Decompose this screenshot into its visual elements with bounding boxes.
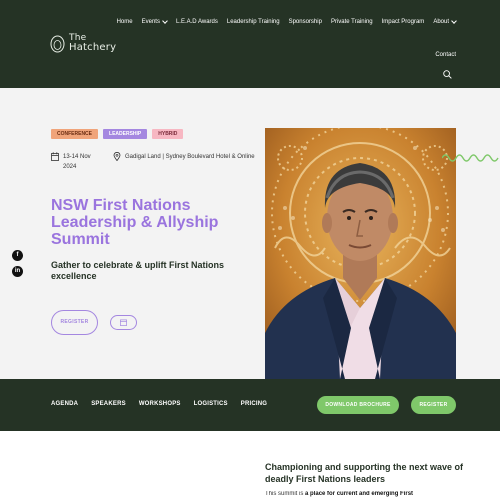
subnav-pricing[interactable]: PRICING <box>241 401 267 407</box>
event-subnav: AGENDA SPEAKERS WORKSHOPS LOGISTICS PRIC… <box>0 379 500 431</box>
download-brochure-button[interactable]: DOWNLOAD BROCHURE <box>317 396 399 414</box>
section-heading: Championing and supporting the next wave… <box>265 462 464 484</box>
event-date: 13-14 Nov 2024 <box>51 152 113 172</box>
event-location: Gadigal Land | Sydney Boulevard Hotel & … <box>113 152 255 172</box>
event-title: NSW First Nations Leadership & Allyship … <box>51 197 219 248</box>
register-button[interactable]: REGISTER <box>51 310 98 335</box>
tag-conference[interactable]: CONFERENCE <box>51 129 99 139</box>
logo[interactable]: The Hatchery <box>50 33 116 53</box>
event-date-text: 13-14 Nov 2024 <box>63 154 91 170</box>
subnav-agenda[interactable]: AGENDA <box>51 401 78 407</box>
nav-about-label: About <box>433 19 449 25</box>
subnav-workshops[interactable]: WORKSHOPS <box>139 401 181 407</box>
section-intro-prefix: This summit is <box>265 491 306 497</box>
hero-section: CONFERENCE LEADERSHIP HYBRID 13-14 Nov 2… <box>0 88 500 379</box>
chevron-down-icon <box>162 17 168 24</box>
hatchery-egg-icon <box>50 35 65 53</box>
calendar-icon <box>120 319 127 326</box>
linkedin-icon[interactable]: in <box>12 266 23 277</box>
nav-events-label: Events <box>141 19 160 25</box>
calendar-icon <box>51 152 59 161</box>
event-meta: 13-14 Nov 2024 Gadigal Land | Sydney Bou… <box>51 152 255 172</box>
nav-contact[interactable]: Contact <box>435 52 456 58</box>
nav-events[interactable]: Events <box>141 17 168 25</box>
section-intro-bold: a place for current and emerging First <box>305 491 414 497</box>
decorative-wave <box>442 154 499 162</box>
facebook-icon[interactable]: f <box>12 250 23 261</box>
event-location-text: Gadigal Land | Sydney Boulevard Hotel & … <box>125 154 255 160</box>
add-to-calendar-button[interactable] <box>110 315 137 330</box>
tag-leadership[interactable]: LEADERSHIP <box>103 129 148 139</box>
nav-sponsorship[interactable]: Sponsorship <box>289 19 322 25</box>
social-links: f in <box>12 250 23 282</box>
site-header: The Hatchery Home Events L.E.A.D Awards … <box>0 0 500 88</box>
speaker-portrait <box>265 128 456 379</box>
nav-lead-awards-label: L.E.A.D Awards <box>175 19 218 25</box>
nav-impact-program[interactable]: Impact Program <box>382 19 425 25</box>
event-tags: CONFERENCE LEADERSHIP HYBRID <box>51 129 184 139</box>
nav-home[interactable]: Home <box>117 19 133 25</box>
location-pin-icon <box>113 152 121 161</box>
nav-impact-program-label: Impact Program <box>381 19 425 25</box>
event-subtitle: Gather to celebrate & uplift First Natio… <box>51 260 225 281</box>
nav-private-training[interactable]: Private Training <box>331 19 373 25</box>
search-icon[interactable] <box>443 70 452 79</box>
subnav-logistics[interactable]: LOGISTICS <box>194 401 228 407</box>
nav-private-training-label: Private Training <box>330 19 373 25</box>
nav-leadership-training[interactable]: Leadership Training <box>227 19 280 25</box>
subnav-speakers[interactable]: SPEAKERS <box>91 401 126 407</box>
main-nav: Home Events L.E.A.D Awards Leadership Tr… <box>108 17 457 25</box>
register-button-secondary[interactable]: REGISTER <box>411 396 456 414</box>
section-intro: This summit is a place for current and e… <box>265 491 465 497</box>
nav-about[interactable]: About <box>433 17 457 25</box>
event-subnav-links: AGENDA SPEAKERS WORKSHOPS LOGISTICS PRIC… <box>51 401 280 407</box>
logo-line-2: Hatchery <box>69 42 117 53</box>
chevron-down-icon <box>451 17 457 24</box>
nav-lead-awards[interactable]: L.E.A.D Awards <box>176 19 218 25</box>
nav-leadership-training-label: Leadership Training <box>226 19 280 25</box>
logo-text: The Hatchery <box>69 34 117 53</box>
nav-sponsorship-label: Sponsorship <box>288 19 322 25</box>
nav-home-label: Home <box>116 19 133 25</box>
tag-hybrid[interactable]: HYBRID <box>152 129 184 139</box>
